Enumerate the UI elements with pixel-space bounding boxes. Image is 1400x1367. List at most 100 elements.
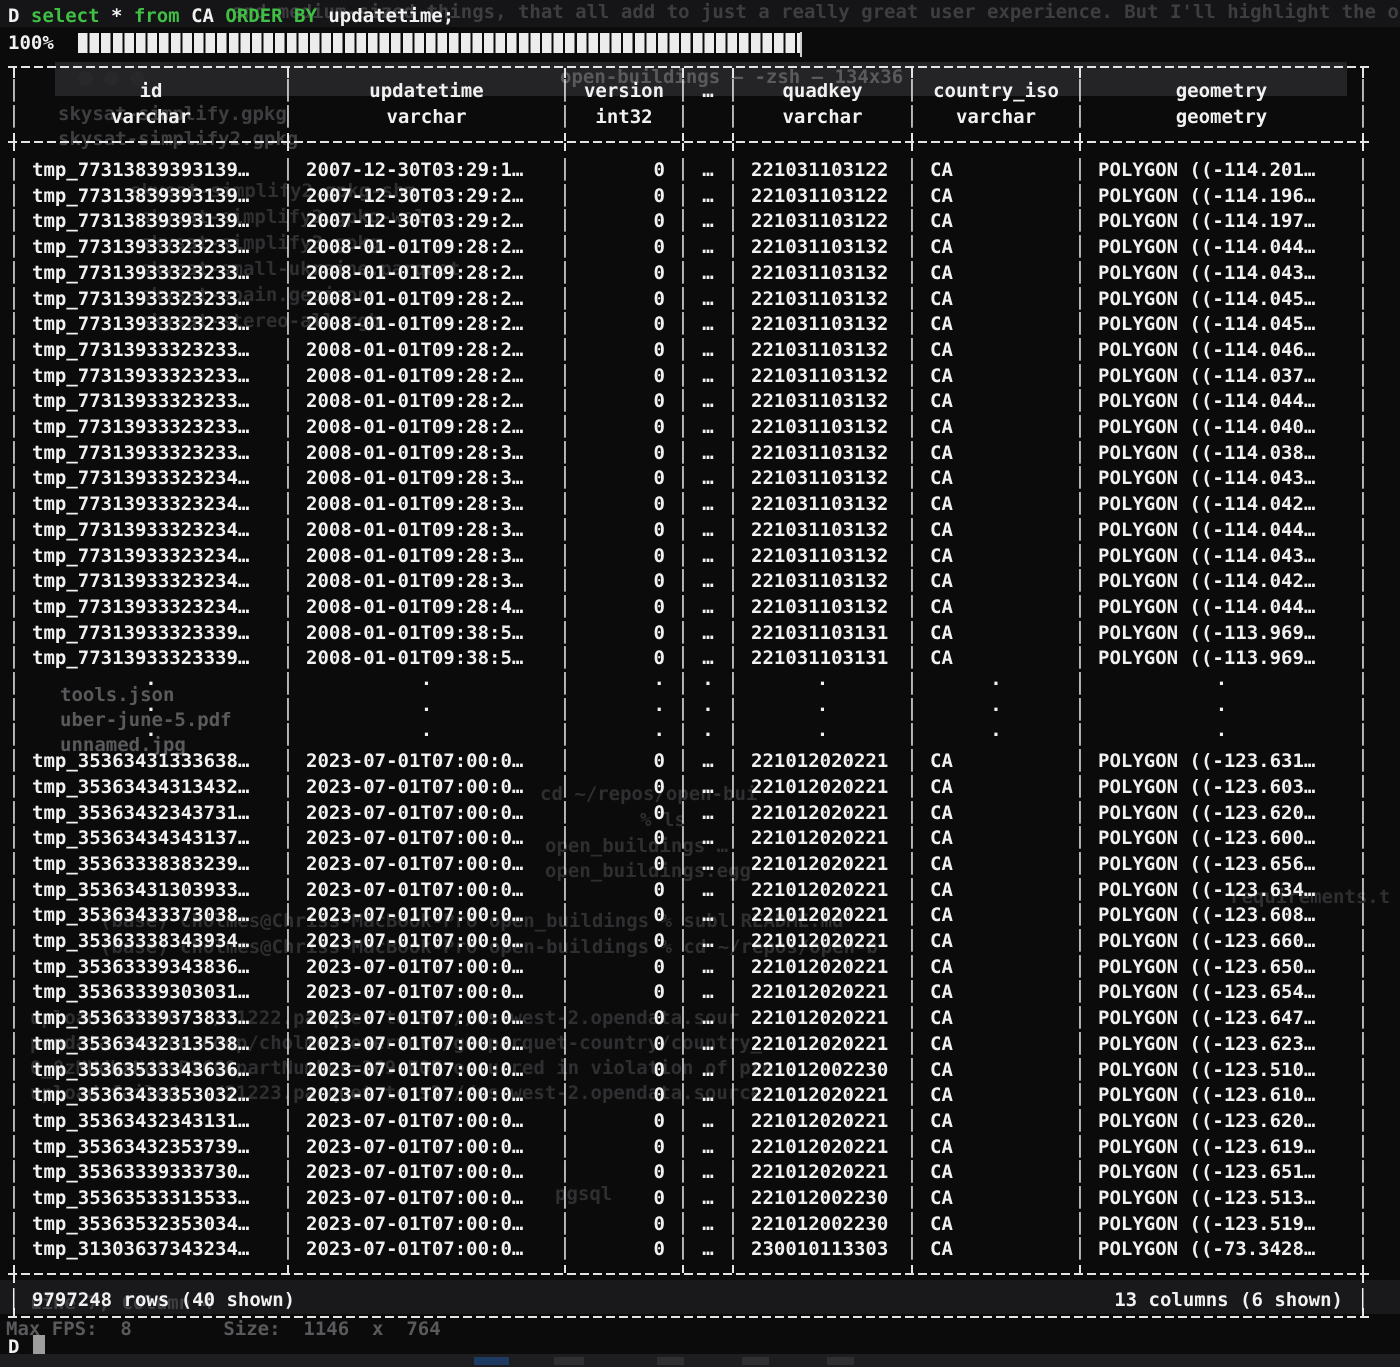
column-separator: │ [1074, 1236, 1086, 1262]
column-separator: │ [1074, 183, 1086, 209]
cell-country_iso: CA [918, 1082, 1074, 1108]
column-separator: │ [282, 337, 294, 363]
cell-id: tmp_35363533313533… [20, 1185, 282, 1211]
progress-bar-end-cap [800, 32, 802, 57]
column-separator: │ [677, 928, 689, 954]
cell-id: tmp_35363533343636… [20, 1057, 282, 1083]
column-separator: │ [677, 825, 689, 851]
cell-id: tmp_31303637343234… [20, 1236, 282, 1262]
cell-quadkey: 221012020221 [739, 825, 906, 851]
cell-ellipsis [689, 104, 727, 130]
background-dock-item [742, 1357, 769, 1365]
cell-quadkey: 221012020221 [739, 1108, 906, 1134]
table-border [8, 66, 1369, 68]
cell-ellipsis: … [689, 800, 727, 826]
column-separator: │ [559, 78, 571, 104]
column-separator: │ [282, 234, 294, 260]
cell-country_iso: varchar [918, 104, 1074, 130]
column-separator: │ [559, 104, 571, 130]
table-border-junction [287, 1265, 289, 1273]
table-row: │tmp_77313933323233…│2008-01-01T09:28:2…… [8, 286, 1369, 312]
cell-ellipsis: · [689, 671, 727, 697]
column-separator: │ [906, 902, 918, 928]
column-separator: │ [1074, 620, 1086, 646]
column-separator: │ [727, 1057, 739, 1083]
column-separator: │ [1074, 902, 1086, 928]
column-separator: │ [282, 928, 294, 954]
cell-geometry: POLYGON ((-123.654… [1086, 979, 1357, 1005]
column-separator: │ [559, 543, 571, 569]
column-separator: │ [906, 594, 918, 620]
cell-quadkey: 221012020221 [739, 748, 906, 774]
cell-ellipsis: … [689, 928, 727, 954]
column-separator: │ [1074, 748, 1086, 774]
column-separator: │ [677, 1159, 689, 1185]
cell-id: tmp_77313933323234… [20, 465, 282, 491]
column-separator: │ [1074, 1031, 1086, 1057]
cell-quadkey: 221012020221 [739, 979, 906, 1005]
column-separator: │ [677, 157, 689, 183]
column-separator: │ [8, 388, 20, 414]
column-separator: │ [1357, 157, 1369, 183]
column-separator: │ [8, 311, 20, 337]
column-separator: │ [677, 1211, 689, 1237]
cell-updatetime: 2023-07-01T07:00:0… [294, 1108, 559, 1134]
cell-id: tmp_77313933323233… [20, 260, 282, 286]
column-separator: │ [8, 157, 20, 183]
cell-country_iso: · [918, 722, 1074, 748]
column-separator: │ [677, 620, 689, 646]
cell-country_iso: CA [918, 543, 1074, 569]
cell-quadkey: 221012020221 [739, 774, 906, 800]
column-separator: │ [8, 568, 20, 594]
cell-updatetime: 2023-07-01T07:00:0… [294, 954, 559, 980]
column-separator: │ [906, 491, 918, 517]
table-border-junction [564, 143, 566, 151]
column-separator: │ [282, 157, 294, 183]
cell-country_iso: CA [918, 1159, 1074, 1185]
table-row: │tmp_77313839393139…│2007-12-30T03:29:1…… [8, 157, 1369, 183]
column-separator: │ [677, 440, 689, 466]
cell-id: id [20, 78, 282, 104]
column-separator: │ [559, 157, 571, 183]
column-separator: │ [1074, 208, 1086, 234]
column-separator: │ [559, 1031, 571, 1057]
column-separator: │ [282, 1057, 294, 1083]
table-row: │tmp_77313933323233…│2008-01-01T09:28:2…… [8, 260, 1369, 286]
column-separator: │ [906, 954, 918, 980]
column-separator: │ [282, 311, 294, 337]
table-border-junction [911, 133, 913, 141]
terminal-window[interactable]: and medium-sized things, that all add to… [0, 0, 1400, 1367]
cell-updatetime: 2008-01-01T09:28:2… [294, 337, 559, 363]
table-row: │tmp_77313933323234…│2008-01-01T09:28:3…… [8, 568, 1369, 594]
table-border-junction [1079, 143, 1081, 151]
column-separator: │ [1357, 337, 1369, 363]
table-row: │tmp_77313933323234…│2008-01-01T09:28:3…… [8, 517, 1369, 543]
cell-quadkey: quadkey [739, 78, 906, 104]
column-separator: │ [906, 543, 918, 569]
table-border-junction [732, 133, 734, 141]
cell-version: 0 [571, 440, 677, 466]
column-separator: │ [559, 1185, 571, 1211]
column-separator: │ [677, 465, 689, 491]
cell-ellipsis: … [689, 465, 727, 491]
column-separator: │ [1074, 1185, 1086, 1211]
column-separator: │ [8, 104, 20, 130]
cell-ellipsis: … [689, 1082, 727, 1108]
cell-ellipsis: … [689, 1031, 727, 1057]
ellipsis-row: │·│·│·│·│·│·│·│ [8, 697, 1369, 723]
column-separator: │ [727, 104, 739, 130]
column-separator: │ [1357, 722, 1369, 748]
cell-quadkey: 221012020221 [739, 902, 906, 928]
cell-version: · [571, 697, 677, 723]
column-separator: │ [727, 440, 739, 466]
cell-quadkey: 221031103132 [739, 234, 906, 260]
column-separator: │ [1357, 388, 1369, 414]
column-separator: │ [282, 877, 294, 903]
cell-quadkey: 221012020221 [739, 877, 906, 903]
column-separator: │ [906, 1031, 918, 1057]
column-separator: │ [1074, 1005, 1086, 1031]
column-separator: │ [8, 1211, 20, 1237]
column-separator: │ [727, 78, 739, 104]
column-separator: │ [906, 1236, 918, 1262]
table-row: │tmp_77313933323234…│2008-01-01T09:28:3…… [8, 491, 1369, 517]
